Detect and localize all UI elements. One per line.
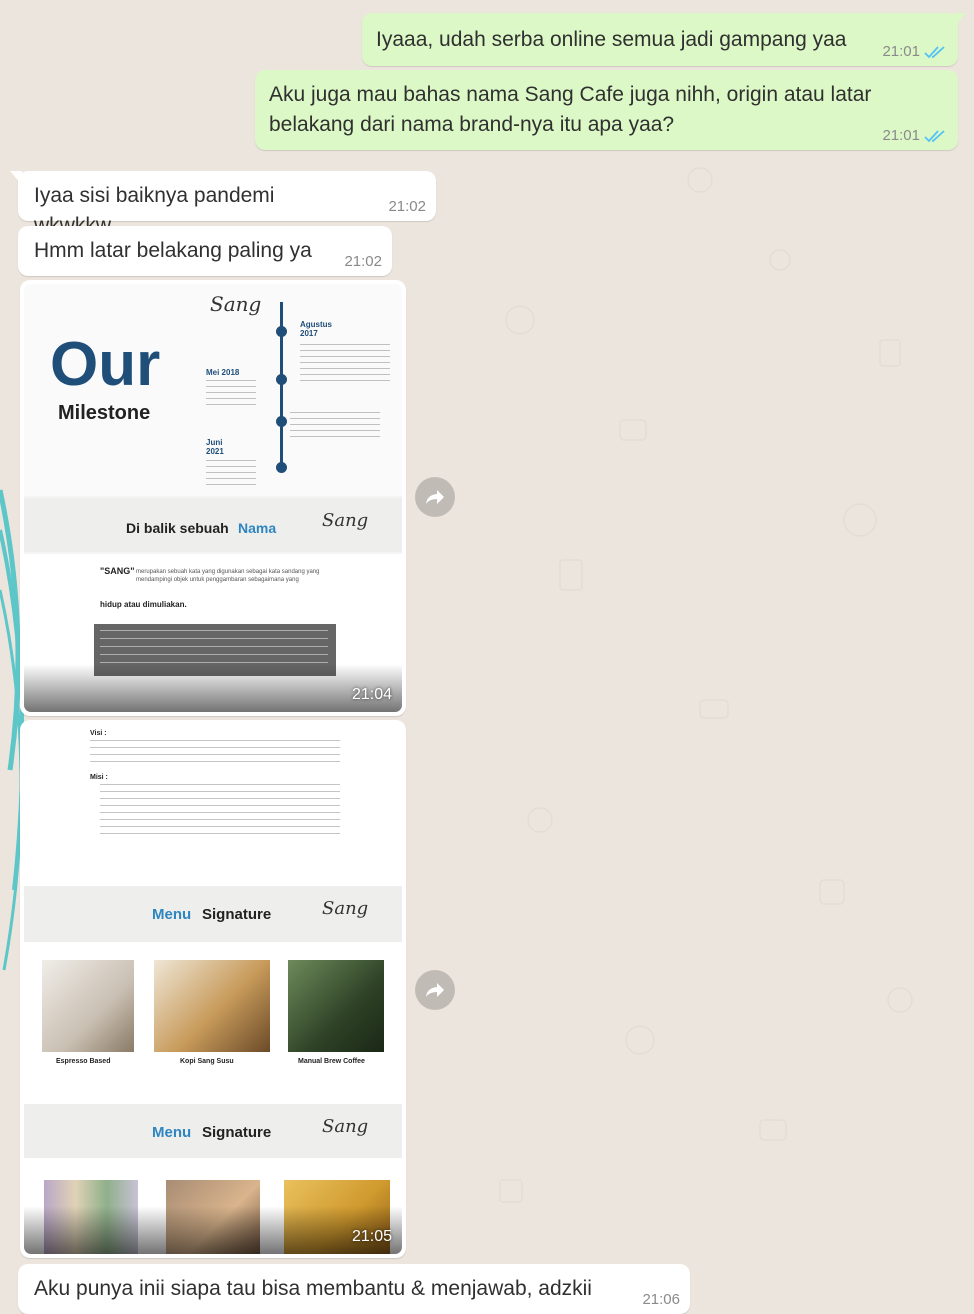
message-time: 21:02 xyxy=(344,253,382,270)
photo-espresso xyxy=(42,960,134,1052)
photo-kopi-susu xyxy=(154,960,270,1052)
bubble-tail xyxy=(954,13,966,27)
logo-text: Sang xyxy=(322,510,369,531)
message-text: Aku punya inii siapa tau bisa membantu &… xyxy=(34,1277,592,1300)
message-time: 21:02 xyxy=(388,198,426,215)
message-meta: 21:02 xyxy=(388,199,426,215)
message-meta: 21:02 xyxy=(344,254,382,270)
slide-hidup: hidup atau dimuliakan. xyxy=(100,600,187,609)
timeline-juni: Juni 2021 xyxy=(206,438,224,456)
message-text: Iyaaa, udah serba online semua jadi gamp… xyxy=(376,28,847,51)
image-time: 21:05 xyxy=(351,1228,392,1245)
menu-title-a: Menu xyxy=(152,906,192,923)
bubble-tail xyxy=(10,171,22,185)
slide-nama: Nama xyxy=(238,520,277,536)
outgoing-message[interactable]: Aku juga mau bahas nama Sang Cafe juga n… xyxy=(255,70,958,150)
message-meta: 21:06 xyxy=(642,1292,680,1308)
image-time: 21:04 xyxy=(351,686,392,703)
message-meta: 21:01 xyxy=(882,128,948,144)
menu-item-3: Manual Brew Coffee xyxy=(298,1058,365,1065)
incoming-message[interactable]: Iyaa sisi baiknya pandemi wkwkkw 21:02 xyxy=(10,171,436,237)
slide-sang-body: merupakan sebuah kata yang digunakan seb… xyxy=(136,569,320,583)
double-check-icon xyxy=(924,46,945,59)
photo-manual-brew xyxy=(288,960,384,1052)
forward-icon xyxy=(426,983,444,997)
forward-icon xyxy=(426,490,444,504)
slide-misi: Misi : xyxy=(90,774,108,781)
message-time: 21:06 xyxy=(642,1291,680,1308)
slide-di-balik: Di balik sebuah xyxy=(126,520,229,536)
slide-our: Our xyxy=(50,330,161,399)
outgoing-message[interactable]: Iyaaa, udah serba online semua jadi gamp… xyxy=(362,13,966,66)
menu-item-1: Espresso Based xyxy=(56,1058,111,1065)
forward-button[interactable] xyxy=(415,970,455,1010)
double-check-icon xyxy=(924,130,945,143)
forward-button[interactable] xyxy=(415,477,455,517)
image-preview[interactable]: Visi : Misi : Menu Signature Sang Espres… xyxy=(24,724,402,1254)
image-shade xyxy=(24,1206,402,1254)
incoming-message[interactable]: Aku punya inii siapa tau bisa membantu &… xyxy=(18,1264,690,1314)
slide-visi: Visi : xyxy=(90,730,107,737)
message-text: Aku juga mau bahas nama Sang Cafe juga n… xyxy=(269,83,872,136)
message-time: 21:01 xyxy=(882,43,920,60)
message-text: Hmm latar belakang paling ya xyxy=(34,239,312,262)
message-meta: 21:01 xyxy=(882,44,948,60)
message-time: 21:01 xyxy=(882,127,920,144)
image-message[interactable]: Visi : Misi : Menu Signature Sang Espres… xyxy=(20,720,406,1258)
logo-text: Sang xyxy=(322,898,369,919)
logo-text: Sang xyxy=(210,292,262,316)
menu-title-b: Signature xyxy=(202,1124,272,1141)
slide-sang-head: "SANG" xyxy=(100,566,135,576)
timeline-agustus: Agustus 2017 xyxy=(300,320,332,338)
incoming-message[interactable]: Hmm latar belakang paling ya 21:02 xyxy=(18,226,392,276)
image-preview[interactable]: Our Milestone Sang Agustus 2017 Mei 2018… xyxy=(24,284,402,712)
logo-text: Sang xyxy=(322,1116,369,1137)
image-message[interactable]: Our Milestone Sang Agustus 2017 Mei 2018… xyxy=(20,280,406,716)
menu-title-a: Menu xyxy=(152,1124,192,1141)
menu-title-b: Signature xyxy=(202,906,272,923)
menu-item-2: Kopi Sang Susu xyxy=(180,1058,234,1065)
slide-milestone: Milestone xyxy=(58,402,151,424)
image-shade xyxy=(24,664,402,712)
timeline-mei: Mei 2018 xyxy=(206,368,240,377)
